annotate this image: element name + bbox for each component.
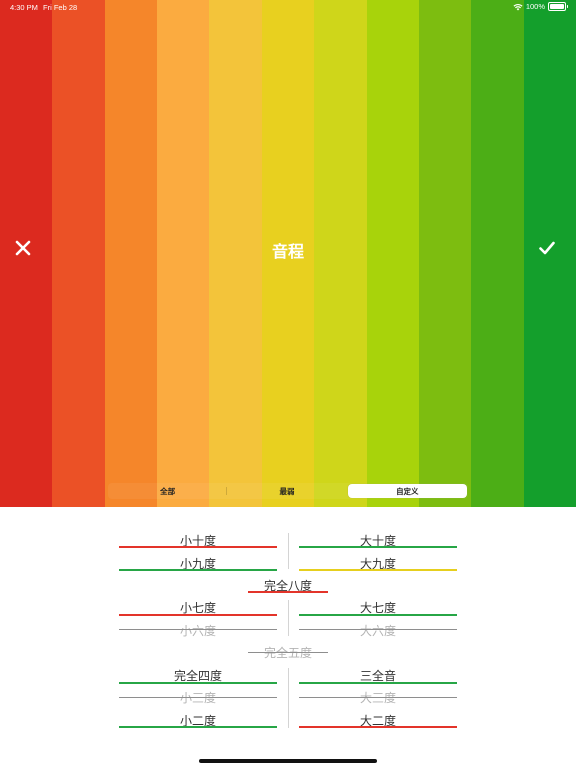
status-right: 100%	[513, 2, 568, 11]
filter-segmented-control: 全部 最弱 自定义	[108, 483, 468, 499]
segment-custom[interactable]: 自定义	[347, 484, 467, 498]
wifi-icon	[513, 3, 523, 10]
checkmark-icon	[539, 241, 555, 255]
interval-label: 大六度	[359, 624, 396, 638]
strength-underline	[299, 546, 457, 548]
strength-underline	[119, 546, 277, 548]
strength-underline	[299, 569, 457, 571]
home-indicator	[199, 759, 377, 763]
strength-underline	[119, 614, 277, 616]
column-divider	[288, 668, 289, 728]
close-button[interactable]	[12, 237, 34, 259]
interval-label: 小六度	[179, 624, 216, 638]
strength-underline	[119, 726, 277, 728]
status-date: Fri Feb 28	[43, 3, 78, 12]
segment-weakest[interactable]: 最弱	[227, 483, 346, 499]
strength-underline	[119, 682, 277, 684]
close-x-icon	[15, 240, 31, 256]
battery-fill	[550, 4, 564, 9]
battery-icon	[548, 2, 568, 11]
strength-underline	[248, 591, 328, 593]
strength-underline	[299, 682, 457, 684]
strikethrough-line	[248, 652, 328, 653]
color-stripe	[104, 0, 158, 507]
status-time: 4:30 PM	[10, 3, 38, 12]
column-divider	[288, 600, 289, 636]
page-title: 音程	[271, 242, 304, 261]
strikethrough-line	[119, 697, 277, 698]
color-stripe	[52, 0, 105, 507]
color-stripe	[418, 0, 472, 507]
color-stripe	[471, 0, 524, 507]
confirm-button[interactable]	[536, 237, 558, 259]
segment-all[interactable]: 全部	[108, 483, 228, 499]
battery-percent: 100%	[525, 2, 545, 11]
strikethrough-line	[299, 629, 457, 630]
strikethrough-line	[119, 629, 277, 630]
column-divider	[288, 533, 289, 569]
strength-underline	[119, 569, 277, 571]
strength-underline	[299, 614, 457, 616]
strength-underline	[299, 726, 457, 728]
status-bar: 4:30 PM Fri Feb 28 100%	[0, 0, 576, 16]
strikethrough-line	[299, 697, 457, 698]
